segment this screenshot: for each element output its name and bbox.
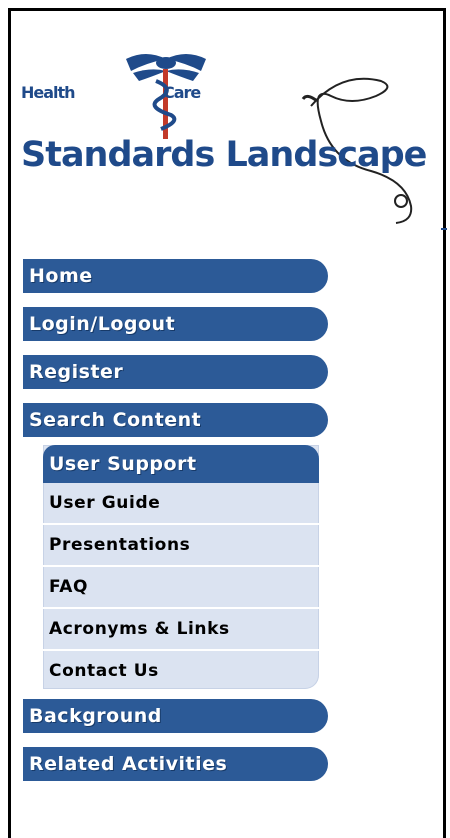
- decorative-dash: [441, 228, 447, 230]
- nav-login-logout[interactable]: Login/Logout: [23, 307, 328, 341]
- sub-item-presentations[interactable]: Presentations: [43, 525, 319, 567]
- nav-background-label: Background: [29, 705, 162, 727]
- logo-word-care: Care: [163, 83, 201, 102]
- nav-search-content[interactable]: Search Content: [23, 403, 328, 437]
- nav-home[interactable]: Home: [23, 259, 328, 293]
- logo-word-health: Health: [21, 83, 76, 102]
- sub-item-user-guide[interactable]: User Guide: [43, 483, 319, 525]
- logo-line-standards: Standards Landscape: [21, 135, 427, 175]
- nav-home-label: Home: [29, 265, 93, 287]
- nav-related-label: Related Activities: [29, 753, 228, 775]
- sub-item-acronyms-links[interactable]: Acronyms & Links: [43, 609, 319, 651]
- nav-register-label: Register: [29, 361, 124, 383]
- main-navigation: Home Login/Logout Register Search Conten…: [23, 259, 328, 795]
- caduceus-stethoscope-icon: [126, 54, 413, 224]
- user-support-submenu: User Support User Guide Presentations FA…: [43, 445, 319, 689]
- nav-background[interactable]: Background: [23, 699, 328, 733]
- nav-related-activities[interactable]: Related Activities: [23, 747, 328, 781]
- nav-register[interactable]: Register: [23, 355, 328, 389]
- sub-item-contact-us[interactable]: Contact Us: [43, 651, 319, 689]
- page-frame: Health Care Standards Landscape Home Log…: [8, 8, 447, 838]
- nav-search-label: Search Content: [29, 409, 202, 431]
- nav-user-support[interactable]: User Support: [43, 445, 319, 483]
- nav-login-label: Login/Logout: [29, 313, 176, 335]
- sub-item-faq[interactable]: FAQ: [43, 567, 319, 609]
- site-logo[interactable]: Health Care Standards Landscape: [11, 11, 450, 241]
